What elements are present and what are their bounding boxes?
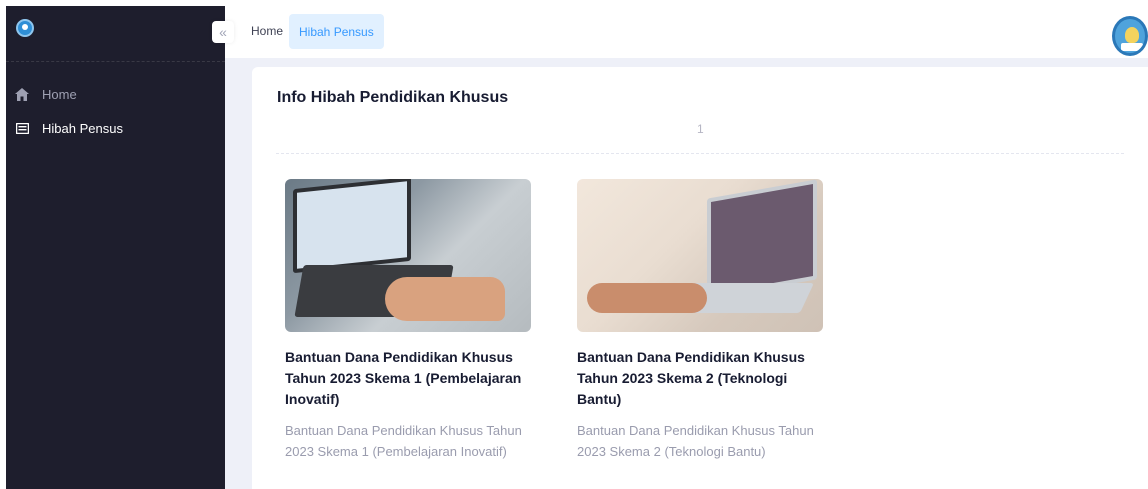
pagination-page-1[interactable]: 1: [697, 122, 704, 136]
double-chevron-left-icon: «: [219, 24, 227, 40]
grant-card-title[interactable]: Bantuan Dana Pendidikan Khusus Tahun 202…: [285, 347, 535, 410]
breadcrumb-current[interactable]: Hibah Pensus: [289, 14, 384, 49]
page-title: Info Hibah Pendidikan Khusus: [277, 89, 509, 106]
grant-card-description: Bantuan Dana Pendidikan Khusus Tahun 202…: [577, 423, 814, 459]
grant-card-description: Bantuan Dana Pendidikan Khusus Tahun 202…: [285, 423, 522, 459]
card-divider: [276, 153, 1124, 154]
grant-card-1[interactable]: Bantuan Dana Pendidikan Khusus Tahun 202…: [285, 179, 531, 462]
top-header: Home Hibah Pensus: [225, 6, 1148, 58]
home-icon: [15, 87, 29, 101]
hand: [587, 283, 707, 313]
main-card: Info Hibah Pendidikan Khusus 1 Bantuan D…: [252, 67, 1148, 489]
hand: [385, 277, 505, 321]
grant-card-2[interactable]: Bantuan Dana Pendidikan Khusus Tahun 202…: [577, 179, 823, 462]
app-page: Home Hibah Pensus Home Hibah Pensus « In…: [0, 0, 1148, 489]
sidebar-item-label: Hibah Pensus: [42, 120, 123, 136]
breadcrumb-home[interactable]: Home: [251, 24, 283, 38]
grant-card-title[interactable]: Bantuan Dana Pendidikan Khusus Tahun 202…: [577, 347, 827, 410]
document-icon: [15, 121, 29, 135]
sidebar-item-label: Home: [42, 86, 77, 102]
kemdikbud-logo-icon[interactable]: [16, 19, 34, 37]
grant-card-image[interactable]: [577, 179, 823, 332]
sidebar-item-home[interactable]: Home: [6, 80, 225, 108]
sidebar: Home Hibah Pensus: [6, 6, 225, 489]
tut-wuri-handayani-logo-icon[interactable]: [1112, 16, 1148, 56]
grant-card-image[interactable]: [285, 179, 531, 332]
laptop-screen: [293, 179, 411, 274]
sidebar-item-hibah-pensus[interactable]: Hibah Pensus: [6, 114, 225, 142]
sidebar-divider: [6, 61, 225, 62]
laptop-screen: [707, 179, 817, 299]
sidebar-collapse-button[interactable]: «: [212, 21, 234, 43]
